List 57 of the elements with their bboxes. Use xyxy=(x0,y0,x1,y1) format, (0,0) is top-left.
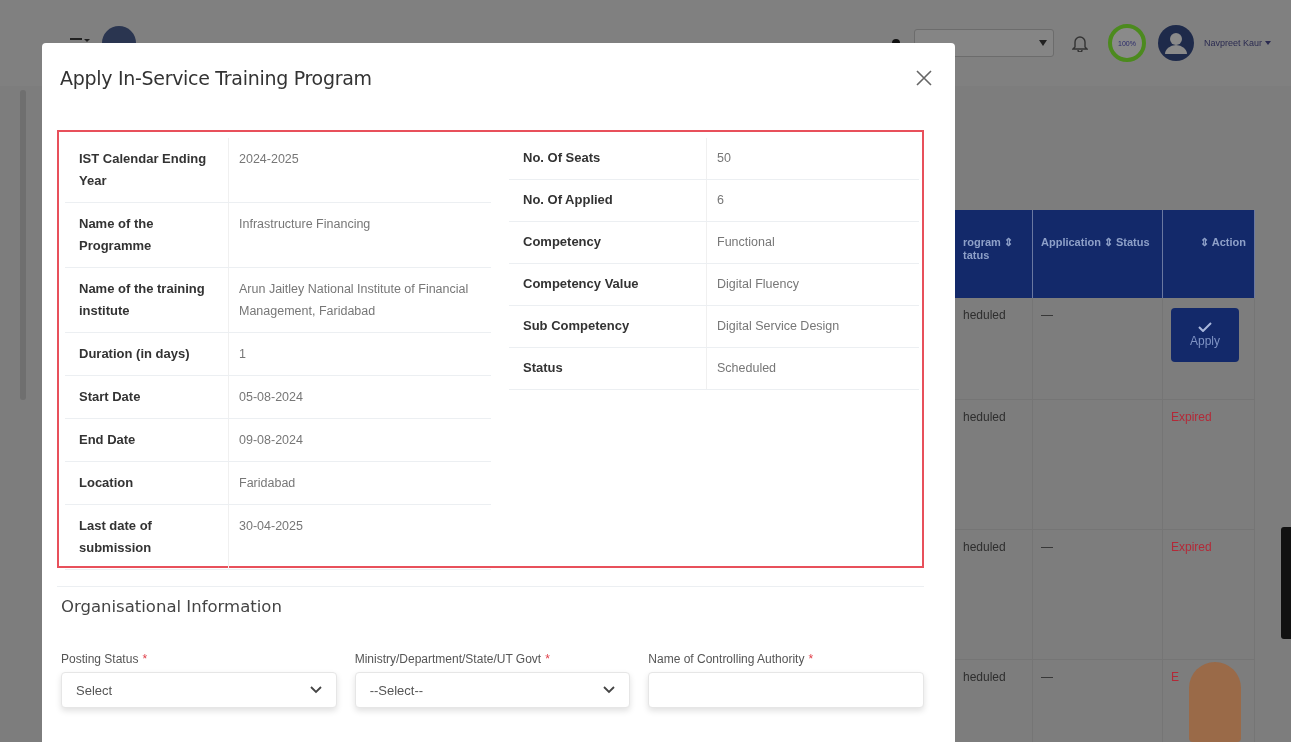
apply-button[interactable]: Apply xyxy=(1171,308,1239,362)
user-name-menu[interactable]: Navpreet Kaur xyxy=(1203,38,1262,48)
detail-value: Scheduled xyxy=(716,360,778,377)
detail-label: Competency Value xyxy=(509,264,707,305)
field-label: Name of Controlling Authority xyxy=(648,652,805,666)
required-mark: * xyxy=(545,652,550,666)
chevron-down-icon xyxy=(309,686,322,694)
expired-status: E xyxy=(1171,670,1179,684)
check-icon xyxy=(1198,322,1212,332)
detail-value: 6 xyxy=(716,192,725,209)
required-mark: * xyxy=(808,652,814,666)
detail-label: Last date of submission xyxy=(65,505,229,569)
select-field[interactable]: Select xyxy=(61,672,337,708)
detail-value: 2024-2025 xyxy=(238,151,300,168)
expired-status: Expired xyxy=(1171,540,1212,554)
select-field[interactable]: --Select-- xyxy=(354,672,631,708)
input-field[interactable] xyxy=(648,672,924,708)
detail-label: Name of the training institute xyxy=(65,268,229,332)
detail-value: Infrastructure Financing xyxy=(238,216,372,233)
detail-label: Location xyxy=(65,462,229,504)
table-cell: — xyxy=(1033,530,1163,660)
detail-label: IST Calendar Ending Year xyxy=(65,138,229,202)
table-cell: — xyxy=(1033,660,1163,742)
detail-label: Status xyxy=(509,348,707,389)
detail-value: Digital Service Design xyxy=(716,318,841,335)
column-header[interactable]: Application ⇕ Status xyxy=(1033,210,1163,298)
expired-status: Expired xyxy=(1171,410,1212,424)
section-title: Organisational Information xyxy=(61,597,283,616)
detail-label: No. Of Applied xyxy=(509,180,707,221)
detail-label: Duration (in days) xyxy=(65,333,229,375)
table-cell: — xyxy=(1033,298,1163,400)
detail-value: Digital Fluency xyxy=(716,276,800,293)
detail-value: Arun Jaitley National Institute of Financial Management, Faridabad xyxy=(238,281,470,320)
detail-label: Start Date xyxy=(65,376,229,418)
caret-icon xyxy=(1038,40,1047,46)
detail-label: Sub Competency xyxy=(509,306,707,347)
bell-icon[interactable] xyxy=(1071,34,1088,52)
field-label: Posting Status xyxy=(61,652,139,666)
detail-value: 50 xyxy=(716,150,732,167)
detail-label: No. Of Seats xyxy=(509,138,707,179)
detail-value: 05-08-2024 xyxy=(238,389,304,406)
modal-title: Apply In-Service Training Program xyxy=(60,67,372,89)
required-mark: * xyxy=(142,652,148,666)
caret-icon[interactable] xyxy=(1265,41,1271,45)
field-label: Ministry/Department/State/UT Govt xyxy=(354,652,542,666)
detail-value: 09-08-2024 xyxy=(238,432,304,449)
detail-label: End Date xyxy=(65,419,229,461)
detail-label: Competency xyxy=(509,222,707,263)
detail-value: Faridabad xyxy=(238,475,297,492)
column-header[interactable]: rogram ⇕ tatus xyxy=(955,210,1033,298)
detail-value: Functional xyxy=(716,234,776,251)
avatar-icon[interactable] xyxy=(1157,25,1194,61)
detail-value: 1 xyxy=(238,346,247,363)
detail-value: 30-04-2025 xyxy=(238,518,304,535)
chevron-down-icon xyxy=(603,686,616,694)
detail-label: Name of the Programme xyxy=(65,203,229,267)
column-header[interactable]: ⇕ Action xyxy=(1163,210,1255,298)
